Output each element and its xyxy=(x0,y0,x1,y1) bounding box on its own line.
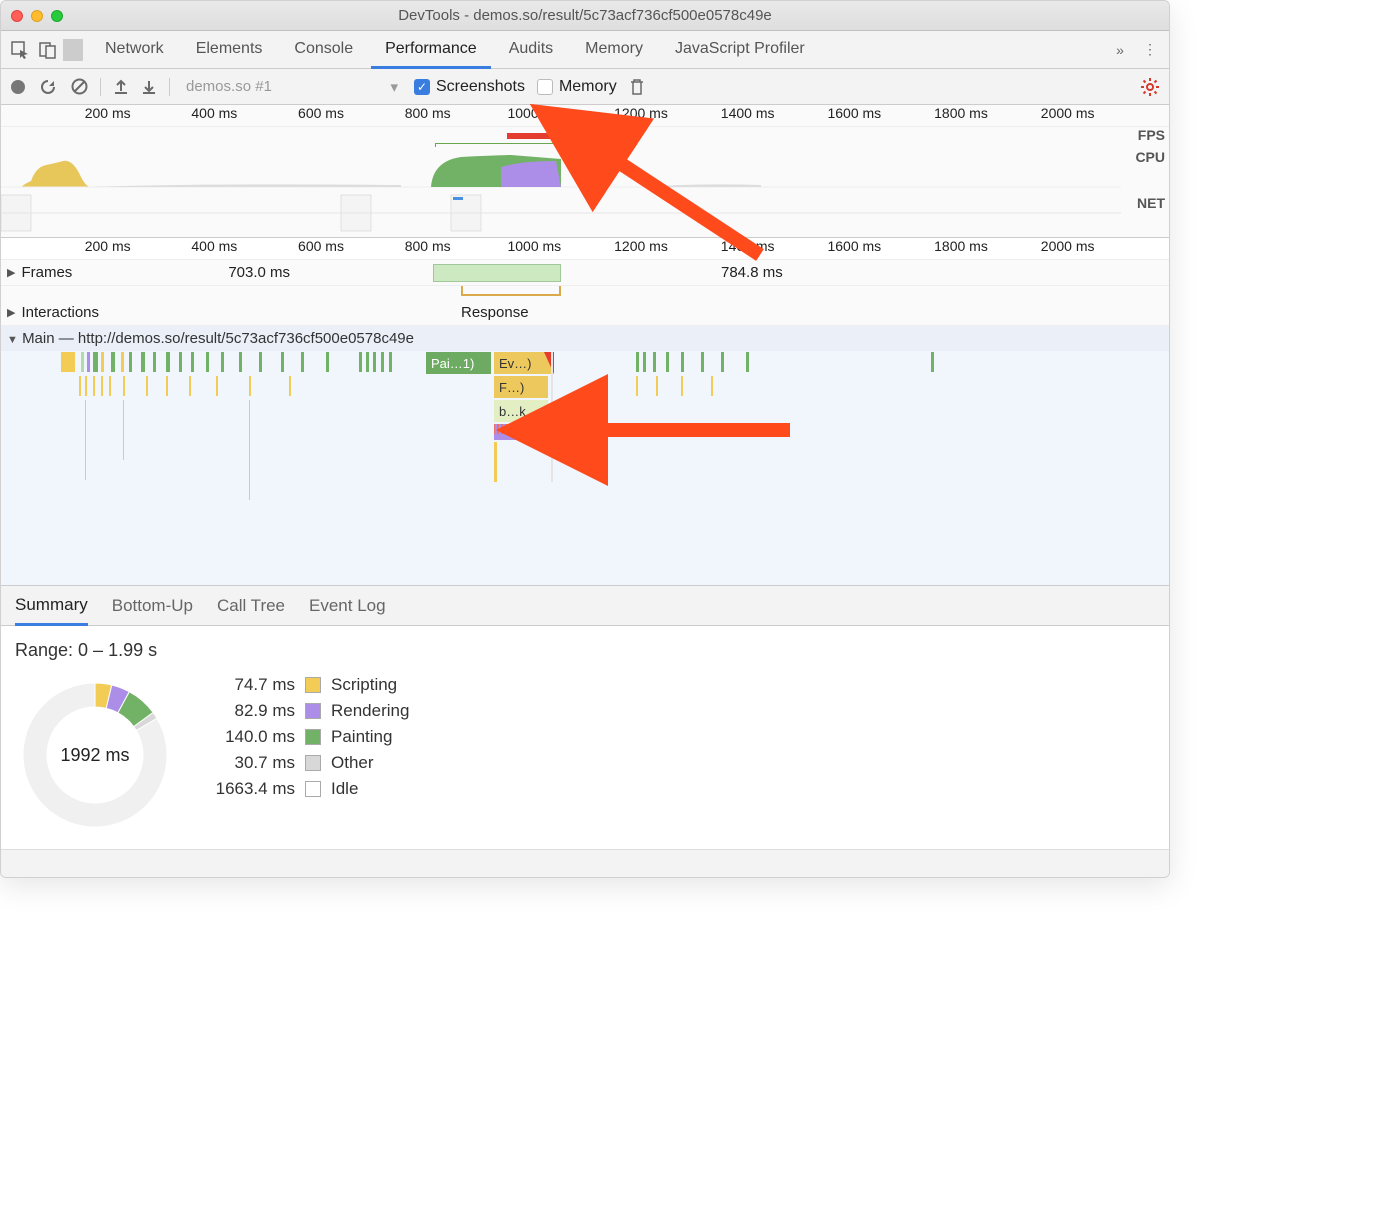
tab-elements[interactable]: Elements xyxy=(182,32,277,68)
tick: 1200 ms xyxy=(614,238,668,254)
expand-icon: ▶ xyxy=(7,306,15,319)
tick: 2000 ms xyxy=(1041,238,1095,254)
chevron-down-icon: ▾ xyxy=(390,78,398,96)
frames-row[interactable]: ▶ Frames 703.0 ms 784.8 ms xyxy=(1,260,1169,286)
load-profile-icon[interactable] xyxy=(113,79,129,95)
tick: 200 ms xyxy=(85,105,131,121)
summary-tab-summary[interactable]: Summary xyxy=(15,587,88,626)
summary-tabs: Summary Bottom-Up Call Tree Event Log xyxy=(1,586,1169,626)
svg-text:b…k: b…k xyxy=(499,404,526,419)
overview-tracks: FPS CPU NET xyxy=(1,127,1169,237)
tick: 2000 ms xyxy=(1041,105,1095,121)
tick: 200 ms xyxy=(85,238,131,254)
main-thread-panel[interactable]: ▼ Main — http://demos.so/result/5c73acf7… xyxy=(1,326,1169,586)
capture-settings-icon[interactable] xyxy=(1141,78,1159,96)
tick: 1400 ms xyxy=(721,105,775,121)
performance-toolbar: demos.so #1 ▾ Screenshots Memory xyxy=(1,69,1169,105)
inspect-icon[interactable] xyxy=(7,37,33,63)
summary-panel: Range: 0 – 1.99 s 1992 ms 74.7 msScripti… xyxy=(1,626,1169,849)
kebab-menu-icon[interactable]: ⋮ xyxy=(1137,37,1163,63)
legend-item-scripting: 74.7 msScripting xyxy=(205,675,409,695)
tick: 400 ms xyxy=(191,105,237,121)
flame-ruler: 200 ms 400 ms 600 ms 800 ms 1000 ms 1200 ms 14… xyxy=(1,238,1169,260)
window-title: DevTools - demos.so/result/5c73acf736cf5… xyxy=(1,7,1169,24)
summary-tab-call-tree[interactable]: Call Tree xyxy=(217,588,285,624)
tick: 1000 ms xyxy=(507,238,561,254)
fps-label: FPS xyxy=(1138,127,1165,143)
frame-block xyxy=(433,264,561,282)
fps-long-frame-marker xyxy=(507,133,567,139)
range-label: Range: 0 – 1.99 s xyxy=(15,640,1155,661)
tick: 400 ms xyxy=(191,238,237,254)
donut-total: 1992 ms xyxy=(15,675,175,835)
expand-icon: ▶ xyxy=(7,266,15,279)
summary-donut-chart: 1992 ms xyxy=(15,675,175,835)
status-bar xyxy=(1,849,1169,877)
frame-duration-2: 784.8 ms xyxy=(721,264,783,281)
record-button[interactable] xyxy=(11,80,25,94)
interaction-bracket xyxy=(461,286,561,296)
tab-performance[interactable]: Performance xyxy=(371,32,491,69)
tab-console[interactable]: Console xyxy=(280,32,367,68)
legend-item-painting: 140.0 msPainting xyxy=(205,727,409,747)
titlebar: DevTools - demos.so/result/5c73acf736cf5… xyxy=(1,1,1169,31)
tick: 800 ms xyxy=(405,238,451,254)
tab-network[interactable]: Network xyxy=(91,32,178,68)
screenshots-toggle[interactable]: Screenshots xyxy=(414,78,525,96)
tab-javascript-profiler[interactable]: JavaScript Profiler xyxy=(661,32,819,68)
tick: 600 ms xyxy=(298,238,344,254)
tick: 1200 ms xyxy=(614,105,668,121)
tick: 1600 ms xyxy=(827,238,881,254)
flame-area[interactable]: 200 ms 400 ms 600 ms 800 ms 1000 ms 1200 ms 14… xyxy=(1,238,1169,586)
tab-memory[interactable]: Memory xyxy=(571,32,657,68)
trash-icon[interactable] xyxy=(629,78,645,96)
legend-item-other: 30.7 msOther xyxy=(205,753,409,773)
tick: 1000 ms xyxy=(507,105,561,121)
svg-text:Pai…1): Pai…1) xyxy=(431,356,474,371)
more-tabs-icon[interactable]: » xyxy=(1107,37,1133,63)
tick: 800 ms xyxy=(405,105,451,121)
clear-icon[interactable] xyxy=(71,78,88,95)
recording-selector[interactable]: demos.so #1 ▾ xyxy=(182,78,402,96)
legend-item-rendering: 82.9 msRendering xyxy=(205,701,409,721)
checkbox-icon xyxy=(537,79,553,95)
cpu-label: CPU xyxy=(1135,149,1165,165)
collapse-icon[interactable]: ▼ xyxy=(7,334,18,346)
tick: 1400 ms xyxy=(721,238,775,254)
cpu-overview-chart xyxy=(1,147,1121,191)
devtools-tabs: NetworkElementsConsolePerformanceAuditsM… xyxy=(1,31,1169,69)
tab-audits[interactable]: Audits xyxy=(495,32,567,68)
tick: 1800 ms xyxy=(934,105,988,121)
tick: 600 ms xyxy=(298,105,344,121)
memory-toggle[interactable]: Memory xyxy=(537,78,617,96)
recording-label: demos.so #1 xyxy=(186,78,272,95)
interaction-response-label: Response xyxy=(461,304,529,321)
device-toggle-icon[interactable] xyxy=(35,37,61,63)
tick: 1800 ms xyxy=(934,238,988,254)
svg-text:Ev…): Ev…) xyxy=(499,356,532,371)
summary-tab-bottom-up[interactable]: Bottom-Up xyxy=(112,588,193,624)
tick: 1600 ms xyxy=(827,105,881,121)
net-overview-chart xyxy=(1,193,1121,235)
summary-tab-event-log[interactable]: Event Log xyxy=(309,588,386,624)
overview-ruler: 200 ms 400 ms 600 ms 800 ms 1000 ms 1200 ms 14… xyxy=(1,105,1169,127)
svg-text:F…): F…) xyxy=(499,380,524,395)
legend-item-idle: 1663.4 msIdle xyxy=(205,779,409,799)
interactions-row[interactable]: ▶ Interactions Response xyxy=(1,300,1169,326)
reload-icon[interactable] xyxy=(39,78,57,96)
main-thread-label: Main — http://demos.so/result/5c73acf736… xyxy=(22,330,414,347)
overview[interactable]: 200 ms 400 ms 600 ms 800 ms 1000 ms 1200 ms 14… xyxy=(1,105,1169,238)
frame-duration-1: 703.0 ms xyxy=(228,264,290,281)
summary-legend: 74.7 msScripting 82.9 msRendering 140.0 ms… xyxy=(205,675,409,799)
checkbox-checked-icon xyxy=(414,79,430,95)
net-label: NET xyxy=(1137,195,1165,211)
flame-chart[interactable]: Pai…1) Ev…) F…) b…k xyxy=(1,352,1141,582)
save-profile-icon[interactable] xyxy=(141,79,157,95)
